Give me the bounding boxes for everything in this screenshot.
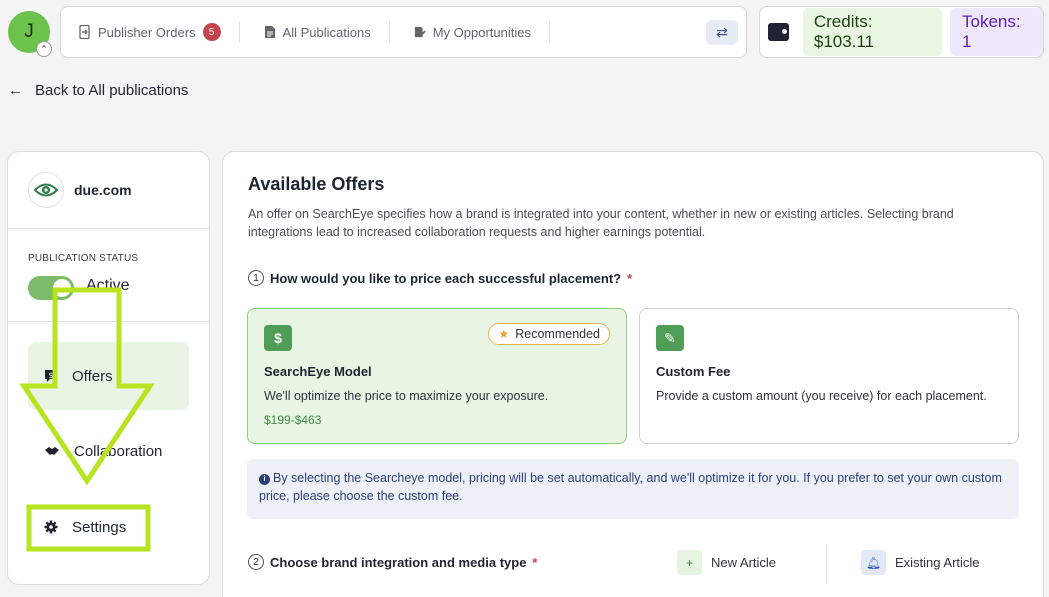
pricing-info-note: i By selecting the Searcheye model, prici… [247, 459, 1019, 519]
media-label: Existing Article [895, 555, 980, 570]
arrow-left-icon: ← [8, 82, 23, 99]
sidebar-item-collaboration[interactable]: Collaboration [28, 417, 189, 485]
bell-icon: 🔔︎ [861, 550, 886, 575]
badge-label: Recommended [515, 327, 600, 341]
info-text: By selecting the Searcheye model, pricin… [259, 471, 1002, 503]
recommended-badge: ★ Recommended [488, 323, 610, 345]
back-link-label: Back to All publications [35, 82, 189, 99]
nav-publisher-orders[interactable]: Publisher Orders 5 [75, 21, 239, 43]
edit-document-icon [414, 26, 426, 38]
required-marker: * [532, 554, 538, 570]
divider [826, 544, 827, 584]
orders-count-badge: 5 [202, 23, 221, 41]
pencil-icon: ✎ [656, 325, 684, 351]
offers-icon: $ [45, 370, 57, 382]
nav-label: My Opportunities [432, 24, 531, 40]
sidebar-item-offers[interactable]: $ Offers [28, 342, 189, 410]
step-number: 2 [248, 554, 264, 570]
card-text: We'll optimize the price to maximize you… [264, 389, 549, 403]
info-icon: i [259, 473, 270, 485]
step-number: 1 [248, 270, 264, 286]
pricing-question: 1 How would you like to price each succe… [248, 270, 632, 286]
divider [8, 321, 209, 322]
media-option-existing-article[interactable]: 🔔︎ Existing Article [861, 550, 980, 575]
publication-sidebar: due.com PUBLICATION STATUS Active $ Offe… [7, 151, 210, 585]
status-label: PUBLICATION STATUS [28, 253, 139, 264]
page-title: Available Offers [248, 174, 385, 194]
card-text: Provide a custom amount (you receive) fo… [656, 389, 987, 403]
question-text: How would you like to price each success… [270, 270, 622, 286]
new-document-icon: + [677, 550, 702, 575]
price-range: $199-$463 [264, 413, 322, 427]
offers-description: An offer on SearchEye specifies how a br… [248, 207, 954, 239]
tokens-balance[interactable]: Tokens: 1 [949, 8, 1043, 56]
required-marker: * [627, 270, 633, 286]
nav-all-publications[interactable]: All Publications [238, 21, 389, 43]
sync-button[interactable]: ⇄ [706, 20, 738, 45]
card-title: Custom Fee [656, 364, 731, 379]
wallet-panel: Credits: $103.11 Tokens: 1 [759, 6, 1044, 58]
sidebar-item-label: Settings [72, 518, 127, 536]
nav-my-opportunities[interactable]: My Opportunities [388, 21, 550, 43]
dollar-icon: $ [264, 325, 292, 351]
media-label: New Article [711, 555, 777, 570]
sidebar-item-label: Offers [72, 367, 113, 385]
status-value: Active [86, 277, 130, 294]
nav-label: Publisher Orders [98, 24, 196, 40]
back-link[interactable]: ← Back to All publications [8, 82, 188, 99]
star-icon: ★ [498, 327, 510, 341]
integration-question: 2 Choose brand integration and media typ… [248, 554, 537, 570]
avatar-chevron-up-icon[interactable]: ⌃ [36, 41, 52, 57]
publication-logo-icon [28, 172, 64, 208]
svg-text:$: $ [48, 371, 53, 380]
card-title: SearchEye Model [264, 364, 372, 379]
media-option-new-article[interactable]: + New Article [677, 550, 776, 575]
offers-panel: Available Offers An offer on SearchEye s… [222, 151, 1044, 597]
gear-icon [44, 520, 58, 534]
sync-icon: ⇄ [716, 24, 728, 40]
credits-balance[interactable]: Credits: $103.11 [802, 8, 942, 56]
publication-header: due.com [8, 152, 209, 229]
status-toggle[interactable] [28, 276, 74, 300]
user-initial: J [24, 21, 34, 42]
handshake-icon [45, 447, 59, 455]
wallet-icon [768, 23, 789, 41]
publication-name: due.com [74, 182, 132, 198]
searcheye-model-card[interactable]: $ ★ Recommended SearchEye Model We'll op… [247, 308, 627, 444]
nav-label: All Publications [282, 24, 371, 40]
top-navigation: Publisher Orders 5 All Publications My O… [60, 6, 747, 58]
document-icon [264, 26, 275, 38]
sidebar-item-label: Collaboration [74, 442, 163, 460]
custom-fee-card[interactable]: ✎ Custom Fee Provide a custom amount (yo… [639, 308, 1019, 444]
question-text: Choose brand integration and media type [270, 554, 527, 570]
sidebar-item-settings[interactable]: Settings [28, 493, 189, 561]
orders-icon [79, 25, 90, 39]
